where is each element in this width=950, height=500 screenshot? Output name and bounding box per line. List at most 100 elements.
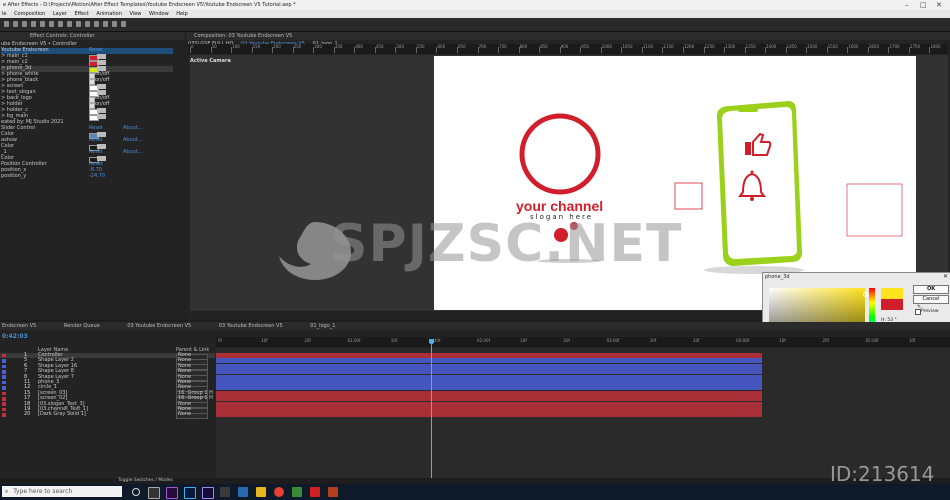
playhead-line[interactable] xyxy=(431,345,432,478)
app-icon[interactable] xyxy=(238,487,248,497)
stamp-tool-icon[interactable] xyxy=(103,21,108,27)
layer-duration-bar[interactable] xyxy=(216,374,762,380)
layer-duration-bar[interactable] xyxy=(216,369,762,375)
composition-panel-header[interactable]: Composition: 03 Youtube Endscreen V5 xyxy=(186,32,950,40)
property-value[interactable]: -24.70 xyxy=(89,173,105,180)
layer-name[interactable]: [Dark Gray Solid 1] xyxy=(38,412,86,417)
effect-group-row[interactable]: ashow Reset About... xyxy=(1,137,173,144)
brush-tool-icon[interactable] xyxy=(94,21,99,27)
cortana-icon[interactable] xyxy=(132,488,140,496)
minimize-icon[interactable]: – xyxy=(905,0,909,10)
app-icon[interactable] xyxy=(328,487,338,497)
time-ruler[interactable] xyxy=(216,337,950,347)
label-color-swatch[interactable] xyxy=(2,353,6,358)
about-link[interactable]: About... xyxy=(123,137,143,144)
property-row[interactable]: position_y -24.70 xyxy=(1,173,173,180)
eyedropper-icon[interactable] xyxy=(97,60,106,66)
menu-effect[interactable]: Effect xyxy=(74,11,88,17)
eraser-tool-icon[interactable] xyxy=(112,21,117,27)
premiere-icon[interactable] xyxy=(166,487,178,499)
menu-help[interactable]: Help xyxy=(176,11,187,17)
channel-name-text[interactable]: your channel xyxy=(516,198,603,214)
reset-link[interactable]: Reset xyxy=(89,125,103,132)
ok-button[interactable]: OK xyxy=(913,285,949,294)
close-icon[interactable]: ✕ xyxy=(936,0,942,10)
layer-duration-bar[interactable] xyxy=(216,380,762,385)
menu-view[interactable]: View xyxy=(130,11,142,17)
layer-duration-bar[interactable] xyxy=(216,363,762,369)
label-color-swatch[interactable] xyxy=(2,391,6,396)
menu-composition[interactable]: Composition xyxy=(14,11,45,17)
timeline-tab[interactable]: 03 Youtube Endscreen V5 xyxy=(219,323,283,329)
menu-window[interactable]: Window xyxy=(149,11,169,17)
menu-layer[interactable]: Layer xyxy=(53,11,67,17)
label-color-swatch[interactable] xyxy=(2,364,6,369)
app-icon[interactable] xyxy=(292,487,302,497)
effect-group-row[interactable]: Slider Control Reset About... xyxy=(1,125,173,132)
close-icon[interactable]: ✕ xyxy=(943,273,948,280)
layer-row[interactable]: 20 [Dark Gray Solid 1] None xyxy=(0,412,215,419)
cancel-button[interactable]: Cancel xyxy=(913,295,949,304)
after-effects-icon[interactable] xyxy=(202,487,214,499)
timeline-tab[interactable]: Render Queue xyxy=(64,323,100,329)
about-link[interactable]: About... xyxy=(123,149,143,156)
photoshop-icon[interactable] xyxy=(184,487,196,499)
eyedropper-icon[interactable] xyxy=(97,108,106,114)
app-icon[interactable] xyxy=(310,487,320,497)
reset-link[interactable]: Reset xyxy=(89,149,103,156)
label-color-swatch[interactable] xyxy=(2,386,6,390)
chrome-icon[interactable] xyxy=(274,487,284,497)
label-color-swatch[interactable] xyxy=(2,402,6,406)
camera-tool-icon[interactable] xyxy=(49,21,54,27)
eyedropper-icon[interactable] xyxy=(97,84,106,90)
current-timecode[interactable]: 0:42:03 xyxy=(2,333,28,340)
property-row[interactable]: > phone_black on/off xyxy=(1,77,173,85)
effect-group-row[interactable]: Position Controller Reset xyxy=(1,161,173,168)
menu-file[interactable]: le xyxy=(2,11,6,17)
pan-behind-tool-icon[interactable] xyxy=(58,21,63,27)
label-color-swatch[interactable] xyxy=(2,375,6,379)
file-explorer-icon[interactable] xyxy=(256,487,266,497)
layer-duration-bar[interactable] xyxy=(216,385,762,391)
puppet-tool-icon[interactable] xyxy=(121,21,126,27)
toggle-switches-label[interactable]: Toggle Switches / Modes xyxy=(118,478,173,483)
rotate-tool-icon[interactable] xyxy=(40,21,45,27)
effect-controls-tab[interactable]: Effect Controls: Controller xyxy=(0,32,185,40)
layer-duration-bar[interactable] xyxy=(216,412,762,418)
zoom-tool-icon[interactable] xyxy=(31,21,36,27)
home-tool-icon[interactable] xyxy=(4,21,9,27)
label-color-swatch[interactable] xyxy=(2,359,6,363)
timeline-tab[interactable]: 03 Youtube Endscreen V5 xyxy=(127,323,191,329)
eyedropper-icon[interactable] xyxy=(97,54,106,60)
about-link[interactable]: About... xyxy=(123,125,143,132)
property-row[interactable]: position_x -8.70 xyxy=(1,167,173,174)
layer-duration-bar[interactable] xyxy=(216,401,762,407)
reset-link[interactable]: Reset xyxy=(89,137,103,144)
property-row[interactable]: Color xyxy=(1,131,173,139)
timeline-tab[interactable]: 01_logo_1 xyxy=(310,323,335,329)
app-icon[interactable] xyxy=(220,487,230,497)
hand-tool-icon[interactable] xyxy=(22,21,27,27)
layer-duration-bar[interactable] xyxy=(216,396,762,402)
selection-box[interactable] xyxy=(674,182,703,210)
menu-animation[interactable]: Animation xyxy=(96,11,122,17)
layer-duration-bar[interactable] xyxy=(216,407,762,412)
property-row[interactable]: > back_logo on/off xyxy=(1,95,173,103)
type-tool-icon[interactable] xyxy=(85,21,90,27)
eyedropper-icon[interactable] xyxy=(97,114,106,120)
label-color-swatch[interactable] xyxy=(2,369,6,374)
layer-duration-bar[interactable] xyxy=(216,353,762,358)
timeline-tab[interactable]: Endscreen V5 xyxy=(2,323,36,329)
layer-duration-bar[interactable] xyxy=(216,390,762,396)
property-row[interactable]: Color xyxy=(1,143,173,151)
label-color-swatch[interactable] xyxy=(2,380,6,385)
pen-tool-icon[interactable] xyxy=(76,21,81,27)
color-cursor[interactable] xyxy=(863,292,868,297)
task-view-icon[interactable] xyxy=(148,487,160,499)
layer-duration-bar[interactable] xyxy=(216,358,762,364)
shape-tool-icon[interactable] xyxy=(67,21,72,27)
label-color-swatch[interactable] xyxy=(2,413,6,417)
effect-group-row[interactable]: _1 Reset About... xyxy=(1,149,173,156)
label-color-swatch[interactable] xyxy=(2,396,6,401)
taskbar-search[interactable]: ⌕ Type here to search xyxy=(2,486,122,497)
